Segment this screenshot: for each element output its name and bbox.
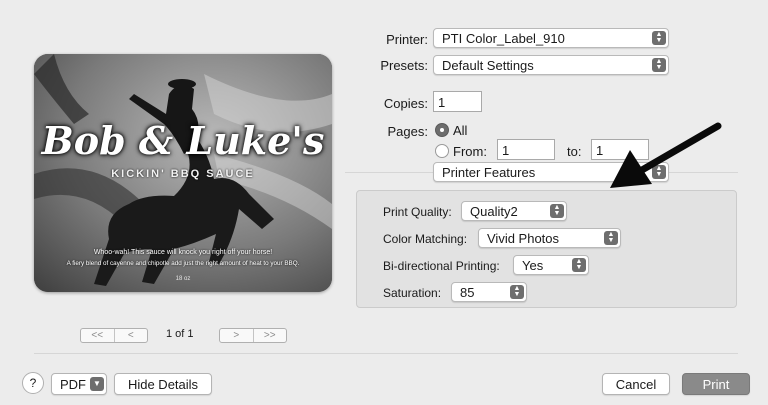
section-value: Printer Features — [442, 165, 536, 180]
bidirectional-popup[interactable]: Yes ▲ ▼ — [513, 255, 589, 275]
pages-all-radio[interactable] — [435, 123, 449, 137]
pages-from-label: From: — [453, 144, 487, 159]
copies-label: Copies: — [383, 96, 428, 111]
pdf-menu-button[interactable]: PDF ▼ — [51, 373, 107, 395]
color-matching-value: Vivid Photos — [487, 231, 560, 246]
color-matching-popup[interactable]: Vivid Photos ▲ ▼ — [478, 228, 621, 248]
bidirectional-value: Yes — [522, 258, 544, 273]
pdf-label: PDF — [60, 377, 86, 392]
hide-details-button[interactable]: Hide Details — [114, 373, 212, 395]
annotation-arrow-icon — [610, 122, 722, 188]
printer-value: PTI Color_Label_910 — [442, 31, 565, 46]
pages-range-radio[interactable] — [435, 144, 449, 158]
pages-from-field[interactable]: 1 — [497, 139, 555, 160]
popup-arrows-icon: ▲ ▼ — [652, 31, 666, 45]
popup-arrows-icon: ▲ ▼ — [572, 258, 586, 272]
first-page-button[interactable]: << — [81, 329, 114, 342]
presets-popup[interactable]: Default Settings ▲ ▼ — [433, 55, 669, 75]
copies-field[interactable]: 1 — [433, 91, 482, 112]
color-matching-label: Color Matching: — [383, 232, 468, 246]
print-quality-value: Quality2 — [470, 204, 518, 219]
popup-arrows-icon: ▲ ▼ — [510, 285, 524, 299]
printer-features-box: Print Quality: Quality2 ▲ ▼ Color Matchin… — [356, 190, 737, 308]
popup-arrows-icon: ▲ ▼ — [604, 231, 618, 245]
popup-arrows-icon: ▲ ▼ — [550, 204, 564, 218]
page-back-control: << < — [80, 328, 148, 343]
cancel-button[interactable]: Cancel — [602, 373, 670, 395]
page-forward-control: > >> — [219, 328, 287, 343]
next-page-button[interactable]: > — [220, 329, 253, 342]
prev-page-button[interactable]: < — [113, 329, 148, 342]
pages-to-label: to: — [567, 144, 582, 159]
pdf-menu-arrow-icon: ▼ — [90, 377, 104, 391]
print-quality-label: Print Quality: — [383, 205, 452, 219]
last-page-button[interactable]: >> — [252, 329, 287, 342]
print-quality-popup[interactable]: Quality2 ▲ ▼ — [461, 201, 567, 221]
page-indicator: 1 of 1 — [166, 328, 194, 340]
net-weight: 18 oz — [175, 276, 191, 282]
brand-name: Bob & Luke's — [41, 118, 325, 163]
tagline-2: A fiery blend of cayenne and chipotle ad… — [66, 260, 300, 267]
tagline-1: Whoo-wah! This sauce will knock you righ… — [93, 249, 273, 256]
saturation-value: 85 — [460, 285, 475, 300]
presets-value: Default Settings — [442, 58, 534, 73]
saturation-label: Saturation: — [383, 286, 442, 300]
label-preview: Bob & Luke's KICKIN' BBQ SAUCE Whoo-wah!… — [34, 54, 332, 292]
brand-subtitle: KICKIN' BBQ SAUCE — [111, 168, 255, 180]
printer-popup[interactable]: PTI Color_Label_910 ▲ ▼ — [433, 28, 669, 48]
print-button[interactable]: Print — [682, 373, 750, 395]
popup-arrows-icon: ▲ ▼ — [652, 58, 666, 72]
saturation-popup[interactable]: 85 ▲ ▼ — [451, 282, 527, 302]
pages-all-label: All — [453, 123, 468, 138]
footer-divider — [34, 353, 738, 354]
printer-label: Printer: — [386, 32, 428, 47]
pages-label: Pages: — [387, 124, 428, 139]
presets-label: Presets: — [380, 58, 428, 73]
help-button[interactable]: ? — [22, 372, 44, 394]
bidirectional-label: Bi-directional Printing: — [383, 259, 500, 273]
